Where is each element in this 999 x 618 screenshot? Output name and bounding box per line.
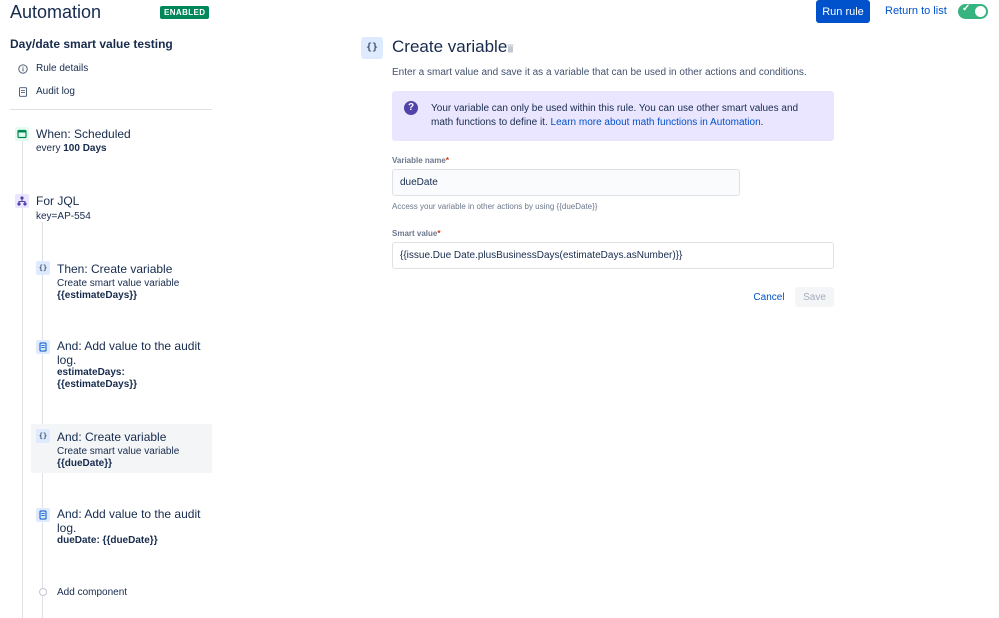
audit-log-link[interactable]: Audit log — [18, 86, 75, 97]
audit-log-label: Audit log — [36, 86, 75, 97]
branch-icon — [15, 194, 29, 208]
variable-name-input[interactable] — [392, 169, 740, 196]
info-icon — [18, 63, 28, 74]
step-and-create-variable-name: {{dueDate}} — [57, 458, 113, 469]
audit-icon — [36, 340, 50, 354]
variable-name-label: Variable name* — [392, 156, 449, 165]
step-then-create-variable-detail: Create smart value variable — [57, 278, 180, 289]
calendar-icon — [15, 127, 29, 141]
braces-icon: {} — [36, 429, 50, 443]
info-text-line2: math functions to define it. — [431, 117, 551, 128]
variable-name-label-text: Variable name — [392, 156, 446, 165]
step-for-jql[interactable]: For JQL — [36, 194, 79, 208]
toggle-knob — [975, 6, 986, 17]
audit-icon — [36, 508, 50, 522]
step-and-create-variable-detail: Create smart value variable — [57, 446, 180, 457]
variable-name-help: Access your variable in other actions by… — [392, 202, 598, 211]
step-and-create-variable[interactable]: And: Create variable — [57, 430, 166, 444]
step-audit-duedate-cont: log. — [57, 521, 77, 535]
add-component-button[interactable]: Add component — [57, 587, 127, 598]
step-audit-estimate-detail: estimateDays: — [57, 367, 125, 378]
rule-details-label: Rule details — [36, 63, 89, 74]
step-audit-estimate-detail2: {{estimateDays}} — [57, 379, 138, 390]
save-button[interactable]: Save — [795, 287, 834, 307]
info-text: Your variable can only be used within th… — [431, 102, 826, 130]
rule-details-link[interactable]: Rule details — [18, 63, 88, 74]
step-when-scheduled-detail: every 100 Days — [36, 143, 107, 154]
step-audit-duedate-detail: dueDate: {{dueDate}} — [57, 535, 158, 546]
branch-connector — [42, 222, 43, 618]
rule-enabled-toggle[interactable]: ✓ — [958, 3, 988, 19]
step-then-create-variable[interactable]: Then: Create variable — [57, 262, 172, 276]
smart-value-input[interactable] — [392, 242, 834, 269]
step-when-scheduled[interactable]: When: Scheduled — [36, 127, 131, 141]
step-detail-bold: 100 Days — [63, 143, 107, 154]
step-then-create-variable-name: {{estimateDays}} — [57, 290, 138, 301]
trash-icon[interactable] — [507, 44, 514, 53]
check-icon: ✓ — [962, 3, 971, 14]
page-description: Enter a smart value and save it as a var… — [392, 67, 807, 78]
add-component-dot — [39, 588, 47, 596]
document-icon — [19, 86, 27, 97]
cancel-button[interactable]: Cancel — [750, 287, 788, 307]
run-rule-button[interactable]: Run rule — [816, 0, 870, 23]
info-text-suffix: . — [760, 117, 764, 128]
step-audit-estimate[interactable]: And: Add value to the audit — [57, 339, 200, 353]
step-audit-duedate[interactable]: And: Add value to the audit — [57, 507, 200, 521]
question-icon: ? — [404, 101, 418, 115]
rule-name: Day/date smart value testing — [10, 37, 173, 51]
step-detail-prefix: every — [36, 143, 64, 154]
flow-connector — [22, 140, 23, 618]
braces-icon: {} — [361, 37, 383, 59]
braces-icon: {} — [36, 261, 50, 275]
app-title: Automation — [10, 2, 102, 22]
page-title: Create variable — [392, 37, 508, 56]
required-marker: * — [445, 156, 449, 165]
step-audit-estimate-cont: log. — [57, 353, 77, 367]
return-to-list-link[interactable]: Return to list — [885, 5, 947, 17]
smart-value-label-text: Smart value — [392, 229, 438, 238]
info-panel: ? Your variable can only be used within … — [392, 91, 834, 141]
status-badge: ENABLED — [160, 6, 210, 19]
step-for-jql-detail: key=AP-554 — [36, 211, 91, 222]
required-marker: * — [437, 229, 441, 238]
smart-value-label: Smart value* — [392, 229, 440, 238]
sidebar-divider — [10, 109, 212, 110]
info-text-line1: Your variable can only be used within th… — [431, 103, 799, 114]
math-functions-link[interactable]: Learn more about math functions in Autom… — [551, 117, 761, 128]
